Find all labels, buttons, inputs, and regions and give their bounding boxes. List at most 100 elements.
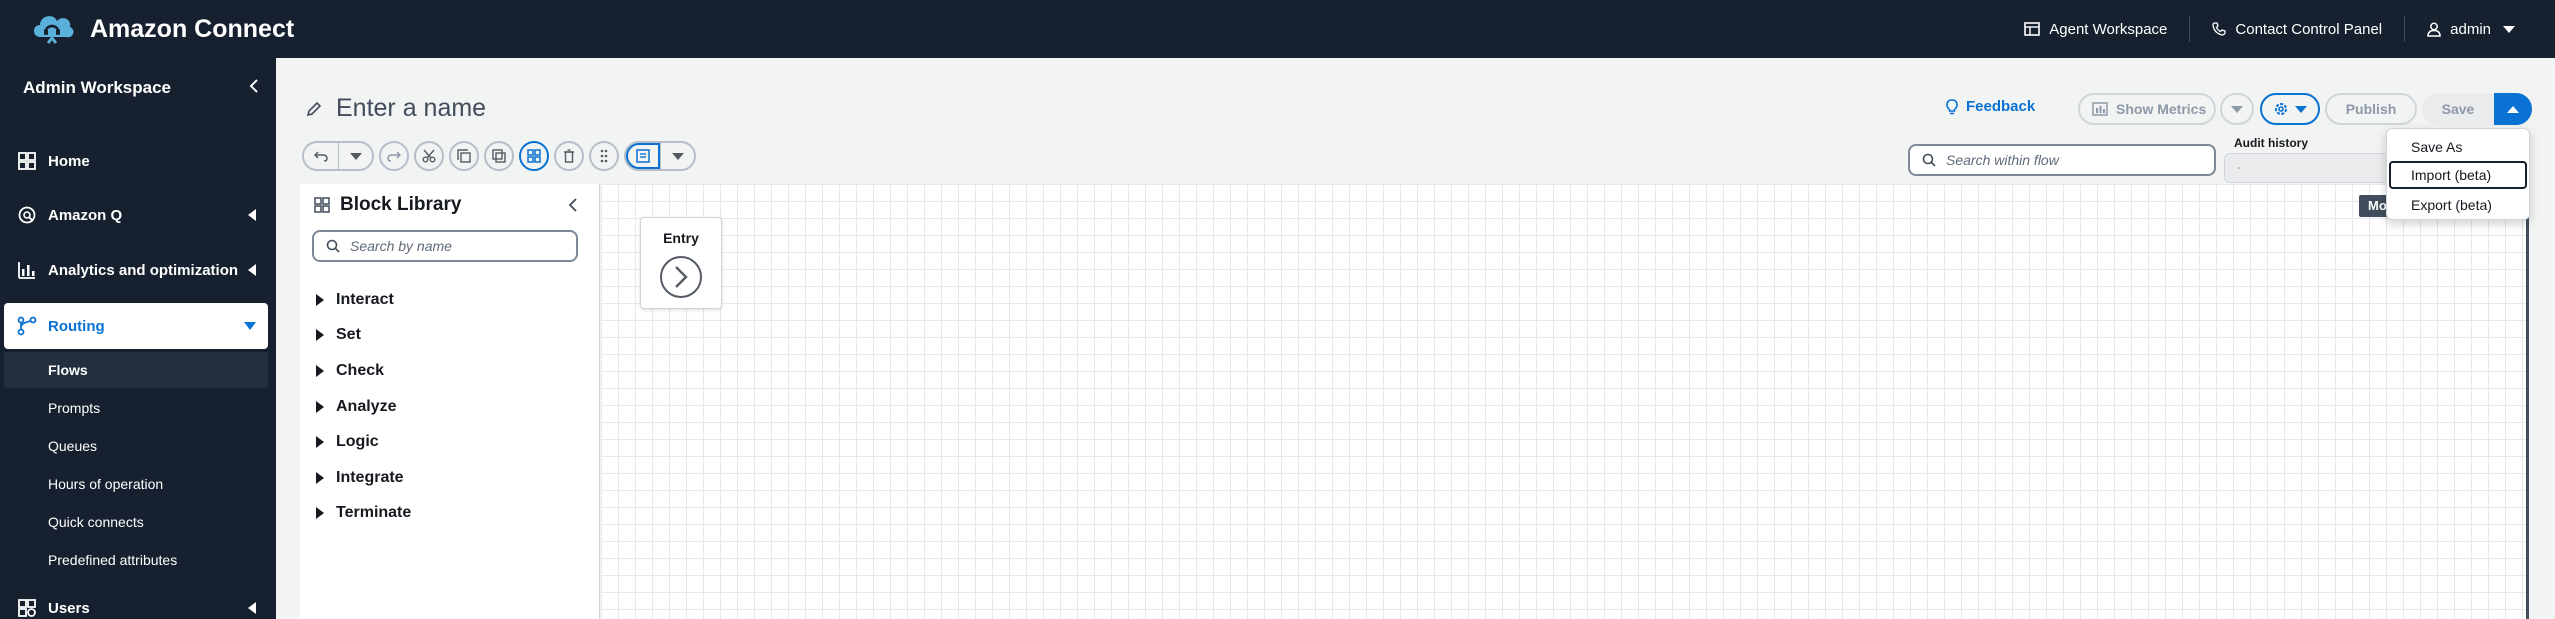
- workspace-icon: [2024, 22, 2041, 36]
- search-icon: [326, 239, 340, 253]
- delete-button[interactable]: [554, 141, 584, 171]
- category-terminate[interactable]: Terminate: [316, 504, 411, 522]
- undo-button[interactable]: [304, 143, 338, 169]
- arrange-button[interactable]: [519, 141, 549, 171]
- sidebar-subitem-queues[interactable]: Queues: [4, 428, 268, 464]
- category-label: Set: [336, 326, 361, 343]
- flow-name-input[interactable]: Enter a name: [336, 94, 486, 123]
- category-integrate[interactable]: Integrate: [316, 469, 404, 487]
- block-search-input[interactable]: Search by name: [312, 230, 578, 262]
- sidebar-item-label: Amazon Q: [48, 206, 123, 224]
- caret-right-icon: [316, 294, 324, 306]
- user-menu[interactable]: admin: [2404, 16, 2555, 42]
- sidebar-subitem-quick-connects[interactable]: Quick connects: [4, 504, 268, 540]
- undo-icon: [314, 151, 328, 162]
- caret-left-icon: [248, 209, 256, 221]
- sidebar-subitem-hours-of-operation[interactable]: Hours of operation: [4, 466, 268, 502]
- brand[interactable]: Amazon Connect: [28, 7, 294, 51]
- sidebar-item-users[interactable]: Users: [4, 585, 268, 619]
- caret-right-icon: [316, 507, 324, 519]
- undo-group[interactable]: [302, 141, 374, 171]
- flow-toolbar: [302, 140, 701, 172]
- caret-left-icon: [248, 264, 256, 276]
- sidebar-item-amazon-q[interactable]: Amazon Q: [4, 192, 268, 238]
- menu-item-export[interactable]: Export (beta): [2389, 191, 2527, 219]
- entry-block[interactable]: Entry: [640, 217, 722, 309]
- feedback-link[interactable]: Feedback: [1946, 98, 2035, 115]
- agent-workspace-link[interactable]: Agent Workspace: [2002, 16, 2189, 42]
- block-grid-icon: [314, 197, 330, 213]
- phone-icon: [2212, 22, 2227, 36]
- paste-button[interactable]: [484, 141, 514, 171]
- sidebar-item-routing[interactable]: Routing: [4, 303, 268, 349]
- view-dropdown[interactable]: [660, 143, 694, 169]
- view-group[interactable]: [624, 141, 696, 171]
- sidebar-item-home[interactable]: Home: [4, 138, 268, 184]
- paste-icon: [492, 149, 506, 163]
- contact-control-panel-link[interactable]: Contact Control Panel: [2189, 16, 2404, 42]
- chevron-left-icon[interactable]: [248, 78, 260, 94]
- category-set[interactable]: Set: [316, 326, 361, 344]
- category-interact[interactable]: Interact: [316, 291, 394, 309]
- sidebar-item-label: Home: [48, 152, 90, 170]
- redo-icon: [387, 151, 401, 162]
- bar-chart-icon: [18, 262, 35, 279]
- block-library-title: Block Library: [340, 194, 462, 215]
- menu-item-import[interactable]: Import (beta): [2389, 161, 2527, 189]
- flow-canvas[interactable]: [601, 184, 2526, 619]
- publish-button[interactable]: Publish: [2325, 93, 2417, 125]
- bar-chart-icon: [2092, 102, 2108, 116]
- caret-right-icon: [316, 401, 324, 413]
- sidebar-subitem-predefined-attributes[interactable]: Predefined attributes: [4, 542, 268, 578]
- chevron-down-icon: [2231, 105, 2243, 113]
- category-label: Interact: [336, 291, 394, 308]
- show-metrics-label: Show Metrics: [2116, 101, 2207, 117]
- lightbulb-icon: [1946, 98, 1958, 114]
- app-title: Amazon Connect: [90, 14, 295, 43]
- flow-title-row[interactable]: Enter a name: [306, 94, 486, 123]
- category-check[interactable]: Check: [316, 362, 384, 380]
- sidebar-subitem-flows[interactable]: Flows: [4, 352, 268, 388]
- search-within-flow-input[interactable]: Search within flow: [1908, 144, 2216, 176]
- show-metrics-button[interactable]: Show Metrics: [2078, 93, 2216, 125]
- copy-button[interactable]: [449, 141, 479, 171]
- category-label: Check: [336, 362, 385, 379]
- canvas-right-edge: [2526, 184, 2555, 619]
- notes-view-button[interactable]: [626, 143, 660, 169]
- menu-item-save-as[interactable]: Save As: [2389, 133, 2527, 161]
- caret-left-icon: [248, 602, 256, 614]
- save-button[interactable]: Save: [2422, 93, 2494, 125]
- sidebar-subitem-prompts[interactable]: Prompts: [4, 390, 268, 426]
- chevron-down-icon: [2295, 105, 2307, 113]
- sidebar-item-label: Users: [48, 599, 90, 617]
- cut-button[interactable]: [414, 141, 444, 171]
- caret-right-icon: [316, 472, 324, 484]
- category-analyze[interactable]: Analyze: [316, 398, 396, 416]
- caret-right-icon: [316, 365, 324, 377]
- undo-history-dropdown[interactable]: [338, 143, 372, 169]
- sidebar-item-analytics[interactable]: Analytics and optimization: [4, 247, 268, 293]
- redo-button[interactable]: [379, 141, 409, 171]
- top-bar: Amazon Connect Agent Workspace Contact C…: [0, 0, 2555, 58]
- category-label: Terminate: [336, 504, 412, 521]
- chevron-left-icon[interactable]: [568, 198, 578, 212]
- scissors-icon: [422, 149, 436, 163]
- chevron-up-icon: [2507, 105, 2519, 113]
- workspace-title: Admin Workspace: [23, 78, 172, 97]
- category-label: Integrate: [336, 469, 404, 486]
- drag-mode-button[interactable]: [589, 141, 619, 171]
- home-grid-icon: [18, 152, 36, 170]
- drag-handle-icon: [600, 149, 608, 163]
- save-dropdown-button[interactable]: [2494, 93, 2532, 125]
- amazon-connect-logo-icon: [34, 16, 74, 44]
- chevron-right-icon: [675, 266, 688, 288]
- caret-down-icon: [244, 322, 256, 330]
- settings-button[interactable]: [2260, 93, 2320, 125]
- block-library-panel: Block Library Search by name Interact Se…: [300, 184, 600, 619]
- caret-right-icon: [316, 329, 324, 341]
- entry-connector[interactable]: [660, 256, 702, 298]
- gear-icon: [2275, 103, 2287, 115]
- metrics-dropdown-button[interactable]: [2220, 93, 2254, 125]
- amazon-q-icon: [18, 206, 36, 224]
- category-logic[interactable]: Logic: [316, 433, 379, 451]
